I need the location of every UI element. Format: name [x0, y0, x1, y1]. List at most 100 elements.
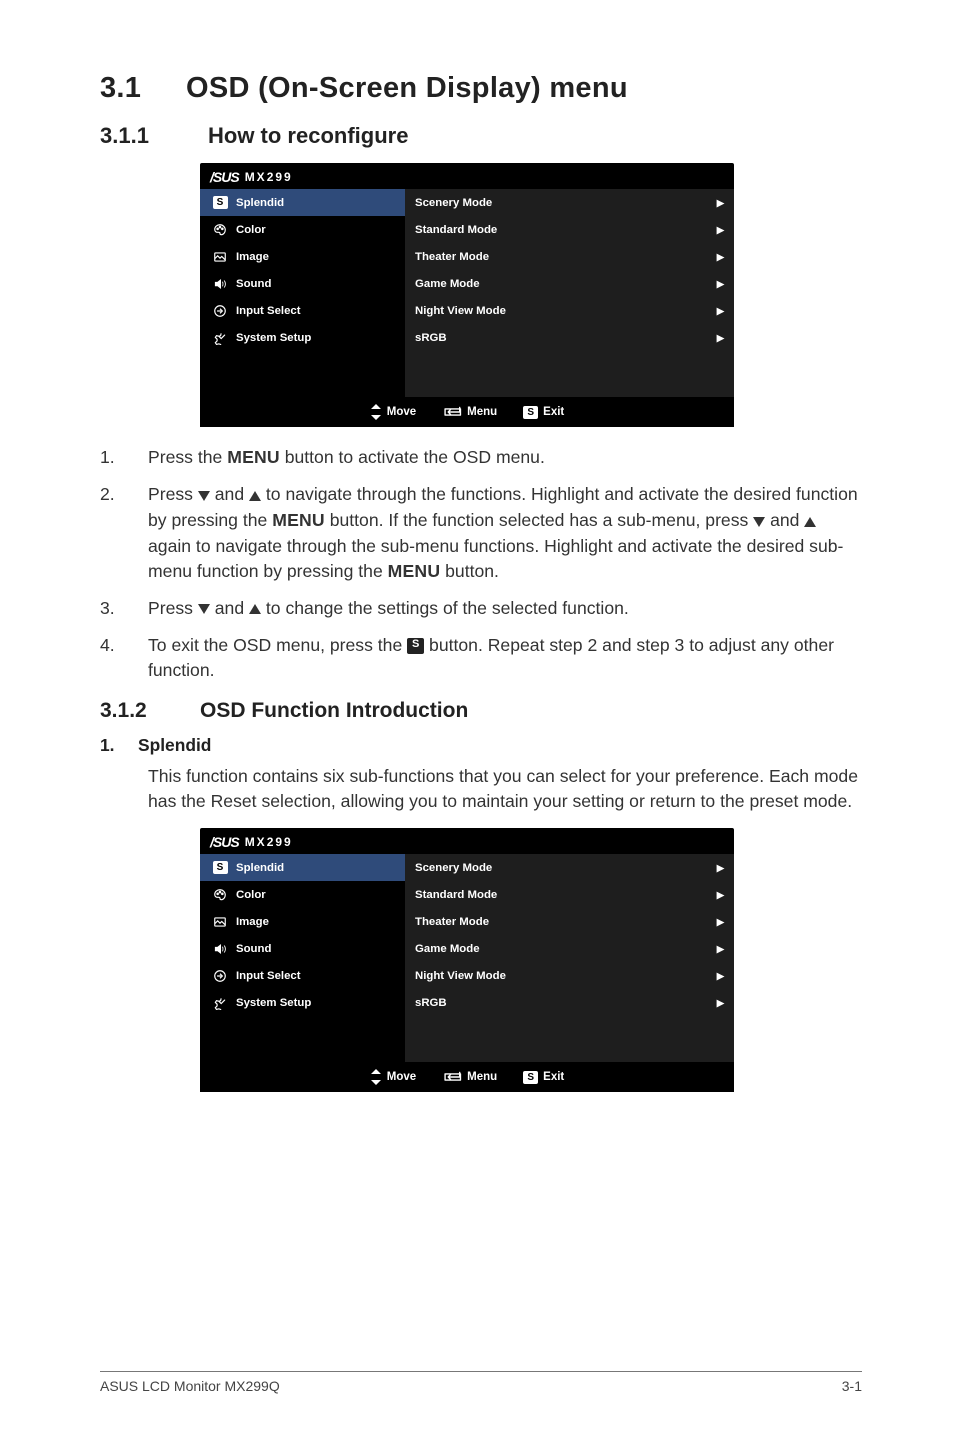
osd-left-label: Image [236, 251, 269, 263]
osd-right-label: Standard Mode [415, 224, 497, 236]
step-text: Press and to change the settings of the … [148, 596, 629, 622]
step-marker: 2. [100, 482, 148, 584]
steps-list: 1. Press the MENU button to activate the… [100, 445, 862, 683]
triangle-down-icon [753, 509, 765, 534]
osd-left-label: Sound [236, 278, 271, 290]
osd-left-item-system-setup[interactable]: System Setup [200, 989, 405, 1016]
osd-right-label: Game Mode [415, 278, 480, 290]
osd-right-item-standard[interactable]: Standard Mode ▶ [405, 216, 734, 243]
osd-right-label: Standard Mode [415, 889, 497, 901]
move-updown-icon [370, 404, 382, 420]
section-number: 3.1 [100, 72, 186, 105]
osd-left-item-image[interactable]: Image [200, 908, 405, 935]
osd-right-item-theater[interactable]: Theater Mode▶ [405, 908, 734, 935]
osd-left-column: S Splendid Color Image [200, 854, 405, 1062]
s-badge-icon: S [523, 1071, 538, 1084]
subsection2-number: 3.1.2 [100, 699, 200, 723]
osd-left-label: Sound [236, 943, 271, 955]
osd-right-item-standard[interactable]: Standard Mode ▶ [405, 881, 734, 908]
osd-left-label: Splendid [236, 862, 284, 874]
osd-header: /SUS MX299 [200, 828, 734, 854]
osd-left-item-input-select[interactable]: Input Select [200, 962, 405, 989]
subsection-title: 3.1.1How to reconfigure [100, 123, 862, 149]
osd-left-item-image[interactable]: Image [200, 243, 405, 270]
osd-right-label: sRGB [415, 997, 447, 1009]
osd-right-item-theater[interactable]: Theater Mode▶ [405, 243, 734, 270]
subsection-title-text: How to reconfigure [208, 123, 408, 148]
osd-left-label: Splendid [236, 197, 284, 209]
osd-model: MX299 [245, 835, 293, 849]
menu-keyword: MENU [227, 447, 280, 467]
osd-right-item-scenery[interactable]: Scenery Mode▶ [405, 189, 734, 216]
color-icon [210, 223, 230, 237]
menu-keyword: MENU [388, 561, 441, 581]
osd-panel: /SUS MX299 S Splendid Color [200, 163, 734, 427]
triangle-up-icon [249, 596, 261, 621]
osd-footer: Move Menu S Exit [200, 1062, 734, 1092]
splendid-icon: S [210, 861, 230, 874]
chevron-right-icon: ▶ [717, 224, 724, 236]
step-marker: 3. [100, 596, 148, 622]
splendid-heading: 1.Splendid [100, 735, 862, 756]
osd-left-item-color[interactable]: Color [200, 881, 405, 908]
page-footer: ASUS LCD Monitor MX299Q 3-1 [100, 1371, 862, 1394]
step-2: 2. Press and to navigate through the fun… [100, 482, 862, 584]
chevron-right-icon: ▶ [717, 997, 724, 1009]
osd-left-label: Input Select [236, 970, 301, 982]
osd-left-item-system-setup[interactable]: System Setup [200, 324, 405, 351]
osd-right-label: Night View Mode [415, 970, 506, 982]
section-title-text: OSD (On-Screen Display) menu [186, 72, 628, 104]
step-1: 1. Press the MENU button to activate the… [100, 445, 862, 470]
chevron-right-icon: ▶ [717, 305, 724, 317]
chevron-right-icon: ▶ [717, 332, 724, 344]
osd-footer: Move Menu S Exit [200, 397, 734, 427]
osd-left-item-color[interactable]: Color [200, 216, 405, 243]
osd-footer-move: Move [370, 404, 416, 420]
osd-left-label: System Setup [236, 332, 311, 344]
footer-right: 3-1 [842, 1378, 862, 1394]
step-marker: 4. [100, 633, 148, 683]
chevron-right-icon: ▶ [717, 889, 724, 901]
osd-right-label: sRGB [415, 332, 447, 344]
osd-left-label: Image [236, 916, 269, 928]
step-3: 3. Press and to change the settings of t… [100, 596, 862, 622]
osd-footer-exit: S Exit [523, 1071, 564, 1084]
section-title: 3.1OSD (On-Screen Display) menu [100, 72, 862, 105]
osd-right-column: Scenery Mode▶ Standard Mode ▶ Theater Mod… [405, 189, 734, 397]
osd-left-item-sound[interactable]: Sound [200, 270, 405, 297]
step-text: Press the MENU button to activate the OS… [148, 445, 545, 470]
subsection2-title: 3.1.2OSD Function Introduction [100, 699, 862, 723]
osd-left-label: Color [236, 889, 266, 901]
osd-left-column: S Splendid Color Image [200, 189, 405, 397]
osd-footer-menu: Menu [442, 405, 497, 419]
step-marker: 1. [100, 445, 148, 470]
osd-right-item-nightview[interactable]: Night View Mode▶ [405, 297, 734, 324]
osd-right-item-srgb[interactable]: sRGB ▶ [405, 324, 734, 351]
step-4: 4. To exit the OSD menu, press the S but… [100, 633, 862, 683]
image-icon [210, 915, 230, 929]
osd-right-item-scenery[interactable]: Scenery Mode▶ [405, 854, 734, 881]
sound-icon [210, 942, 230, 956]
osd-left-item-input-select[interactable]: Input Select [200, 297, 405, 324]
osd-left-item-splendid[interactable]: S Splendid [200, 854, 405, 881]
osd-footer-exit: S Exit [523, 406, 564, 419]
asus-logo: /SUS [210, 169, 239, 185]
move-updown-icon [370, 1069, 382, 1085]
splendid-description: This function contains six sub-functions… [148, 764, 862, 814]
osd-footer-menu: Menu [442, 1070, 497, 1084]
osd-left-item-splendid[interactable]: S Splendid [200, 189, 405, 216]
osd-right-column: Scenery Mode▶ Standard Mode ▶ Theater Mod… [405, 854, 734, 1062]
osd-right-item-game[interactable]: Game Mode▶ [405, 270, 734, 297]
splendid-icon: S [210, 196, 230, 209]
triangle-down-icon [198, 596, 210, 621]
system-setup-icon [210, 996, 230, 1010]
osd-right-item-srgb[interactable]: sRGB ▶ [405, 989, 734, 1016]
osd-right-label: Theater Mode [415, 916, 489, 928]
osd-left-item-sound[interactable]: Sound [200, 935, 405, 962]
osd-left-label: Input Select [236, 305, 301, 317]
chevron-right-icon: ▶ [717, 251, 724, 263]
enter-icon [442, 1070, 462, 1084]
osd-right-item-game[interactable]: Game Mode▶ [405, 935, 734, 962]
osd-right-item-nightview[interactable]: Night View Mode▶ [405, 962, 734, 989]
osd-right-label: Game Mode [415, 943, 480, 955]
